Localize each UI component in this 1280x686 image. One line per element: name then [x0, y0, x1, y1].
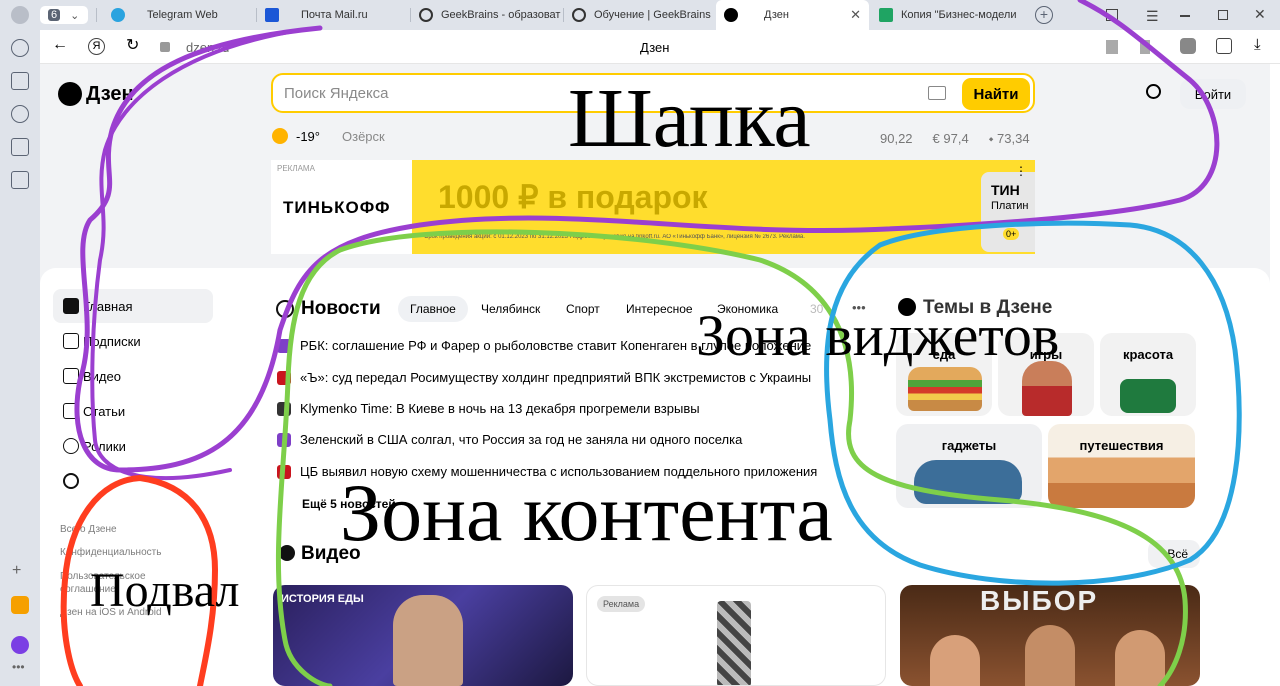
- widgets-scribble: [824, 220, 1242, 586]
- header-scribble-2: [90, 28, 302, 480]
- content-scribble: [275, 229, 1188, 686]
- annotation-header: Шапка: [568, 72, 811, 165]
- annotation-footer: Подвал: [90, 564, 240, 617]
- annotation-content: Зона контента: [340, 467, 833, 558]
- annotation-widgets: Зона виджетов: [696, 303, 1060, 368]
